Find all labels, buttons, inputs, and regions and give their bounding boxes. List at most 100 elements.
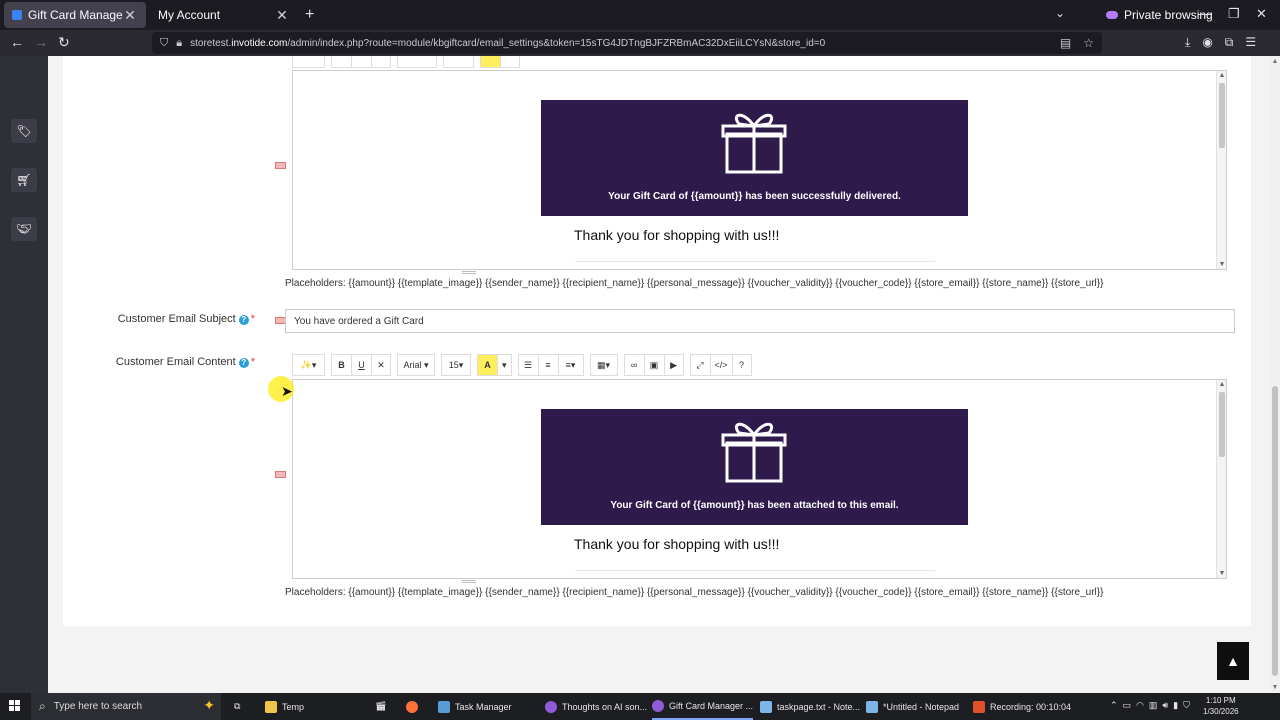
extensions-icon[interactable]: ⧉ <box>1225 35 1234 50</box>
magic-wand-icon[interactable] <box>292 56 325 68</box>
private-mask-icon <box>1106 11 1118 19</box>
bold-button[interactable] <box>331 56 351 68</box>
eraser-button[interactable] <box>371 56 391 68</box>
chevron-up-icon[interactable]: ⌃ <box>1110 700 1118 711</box>
task-view-icon[interactable]: ⧉ <box>234 693 240 720</box>
network-icon[interactable]: ▥ <box>1149 700 1158 711</box>
font-size-select[interactable]: 15▾ <box>441 354 471 376</box>
customer-email-subject-input[interactable]: You have ordered a Gift Card <box>285 309 1235 333</box>
download-icon[interactable]: ⤓ <box>1185 35 1190 50</box>
back-arrow-icon[interactable]: ← <box>10 34 24 50</box>
restore-icon[interactable]: ❐ <box>1228 6 1240 22</box>
divider <box>575 261 935 262</box>
editor-resize-handle[interactable] <box>462 271 476 274</box>
chevron-down-icon[interactable]: ▼ <box>1217 570 1226 577</box>
chevron-up-icon[interactable]: ▲ <box>1217 72 1226 79</box>
tab-my-account[interactable]: My Account ✕ <box>150 2 298 28</box>
sender-email-editor[interactable]: Your Gift Card of {{amount}} has been su… <box>292 70 1227 270</box>
placeholders-text: Placeholders: {{amount}} {{template_imag… <box>285 587 1104 598</box>
chevron-down-icon[interactable]: ▾ <box>497 354 512 376</box>
video-icon[interactable]: ▶ <box>663 354 684 376</box>
clapper-icon[interactable]: 🎬︎ <box>375 693 386 720</box>
font-size-select[interactable] <box>443 56 474 68</box>
close-icon[interactable]: ✕ <box>122 7 138 24</box>
font-color-button[interactable]: A <box>477 354 497 376</box>
firefox-icon[interactable] <box>406 693 418 720</box>
bookmark-star-icon[interactable]: ☆ <box>1083 36 1094 50</box>
help-icon[interactable]: ? <box>238 358 249 368</box>
editor-resize-handle[interactable] <box>462 580 476 583</box>
close-icon[interactable]: ✕ <box>274 7 290 24</box>
forward-arrow-icon[interactable]: → <box>34 34 48 50</box>
url-text[interactable]: storetest.invotide.com/admin/index.php?r… <box>190 38 825 49</box>
font-family-select[interactable] <box>397 56 437 68</box>
font-family-select[interactable]: Arial ▾ <box>397 354 435 376</box>
help-icon[interactable]: ? <box>238 315 249 325</box>
bold-button[interactable]: B <box>331 354 351 376</box>
editor-scrollbar[interactable]: ▲ ▼ <box>1216 71 1226 269</box>
thanks-text: Thank you for shopping with us!!! <box>574 227 780 243</box>
reader-view-icon[interactable]: ▤ <box>1060 36 1071 50</box>
back-to-top-button[interactable]: ▲ <box>1217 642 1249 680</box>
link-icon[interactable]: ∞ <box>623 354 644 376</box>
taskbar-item-temp[interactable]: Temp <box>265 693 304 720</box>
image-icon[interactable]: ▣ <box>643 354 664 376</box>
taskbar-search[interactable]: ⌕ Type here to search ✦ <box>31 693 221 720</box>
windows-start-icon[interactable] <box>9 700 21 712</box>
editor-scrollbar[interactable]: ▲ ▼ <box>1216 380 1226 578</box>
eraser-button[interactable]: ✕ <box>371 354 391 376</box>
taskbar-item-untitled-notepad[interactable]: *Untitled - Notepad <box>866 693 959 720</box>
task-manager-icon <box>438 700 450 713</box>
font-color-button[interactable] <box>480 56 500 68</box>
shield-icon[interactable]: ⛉ <box>1183 700 1190 711</box>
chevron-down-icon[interactable]: ▼ <box>1217 261 1226 268</box>
tab-title: My Account <box>158 8 221 22</box>
chevron-down-icon[interactable] <box>500 56 520 68</box>
taskbar-item-recording[interactable]: Recording: 00:10:04 <box>973 693 1071 720</box>
page-scrollbar[interactable]: ▲ ▼ <box>1270 56 1280 693</box>
underline-button[interactable] <box>351 56 371 68</box>
cart-icon[interactable]: 🛒︎ <box>11 168 37 192</box>
minimize-icon[interactable]: — <box>1198 6 1211 21</box>
taskbar-clock[interactable]: 1:10 PM 1/30/2026 <box>1203 695 1239 717</box>
ordered-list-icon[interactable]: ≡ <box>537 354 558 376</box>
table-icon[interactable]: ▦▾ <box>589 354 618 376</box>
mouse-cursor-icon: ➤ <box>281 383 293 399</box>
search-placeholder: Type here to search <box>53 701 143 712</box>
shield-icon[interactable]: ⛉ <box>160 37 168 50</box>
align-icon[interactable]: ≡▾ <box>557 354 584 376</box>
help-icon[interactable]: ? <box>731 354 752 376</box>
customer-email-editor[interactable]: Your Gift Card of {{amount}} has been at… <box>292 379 1227 579</box>
chevron-up-icon[interactable]: ▲ <box>1217 381 1226 388</box>
wifi-icon[interactable]: ◠ <box>1136 700 1144 711</box>
underline-button[interactable]: U <box>351 354 371 376</box>
account-icon[interactable]: ◉ <box>1202 35 1212 50</box>
close-window-icon[interactable]: ✕ <box>1256 6 1267 22</box>
display-icon[interactable]: ▭ <box>1123 700 1132 711</box>
volume-icon[interactable]: 🔊︎ <box>1162 700 1168 711</box>
unordered-list-icon[interactable]: ☰ <box>517 354 538 376</box>
taskbar-item-taskpage[interactable]: taskpage.txt - Note... <box>760 693 860 720</box>
new-tab-icon[interactable]: + <box>305 6 314 24</box>
editor-scroll-thumb[interactable] <box>1219 83 1225 148</box>
chevron-up-icon[interactable]: ▲ <box>1270 58 1280 65</box>
handshake-icon[interactable]: 🤝︎ <box>11 217 37 241</box>
chevron-down-icon[interactable]: ⌄ <box>1055 6 1065 20</box>
magic-wand-icon[interactable]: ✨▾ <box>292 354 325 376</box>
menu-icon[interactable]: ☰ <box>1245 35 1256 50</box>
tab-gift-card-manager[interactable]: Gift Card Manager ✕ <box>4 2 146 28</box>
url-bar[interactable]: ⛉ 🔒︎ storetest.invotide.com/admin/index.… <box>152 32 1102 54</box>
reload-icon[interactable]: ↻ <box>58 34 70 51</box>
fullscreen-icon[interactable]: ⤢ <box>689 354 710 376</box>
tag-icon[interactable]: 🏷︎ <box>11 119 37 143</box>
code-view-icon[interactable]: </> <box>709 354 732 376</box>
taskbar-item-thoughts[interactable]: Thoughts on AI son... <box>545 693 647 720</box>
taskbar-item-task-manager[interactable]: Task Manager <box>438 693 512 720</box>
page-scroll-thumb[interactable] <box>1272 386 1278 676</box>
editor-scroll-thumb[interactable] <box>1219 392 1225 457</box>
taskbar-item-gift-card-manager[interactable]: Gift Card Manager ... <box>652 693 754 720</box>
banner-text: Your Gift Card of {{amount}} has been su… <box>608 191 901 202</box>
lock-icon[interactable]: 🔒︎ <box>176 37 182 50</box>
chevron-down-icon[interactable]: ▼ <box>1270 684 1280 691</box>
battery-icon[interactable]: ▮ <box>1173 700 1178 711</box>
